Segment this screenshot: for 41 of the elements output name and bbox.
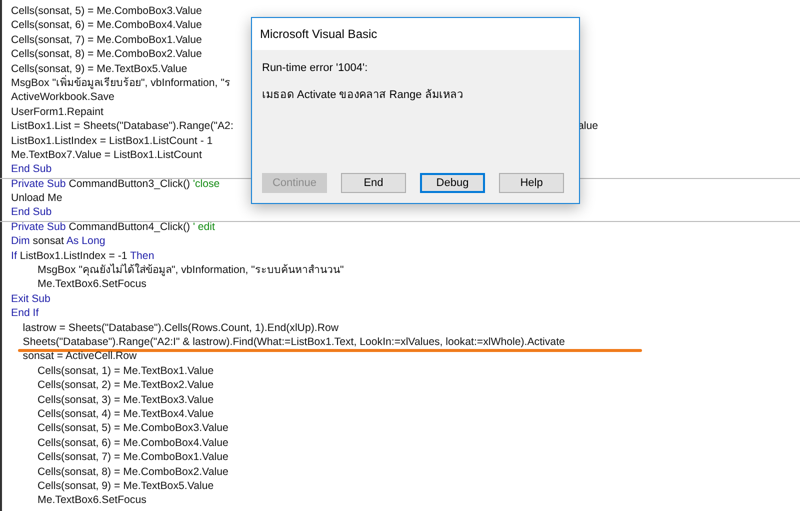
dialog-button[interactable]: Help — [499, 173, 564, 193]
code-line: Cells(sonsat, 6) = Me.ComboBox4.Value — [11, 19, 202, 32]
code-line: Me.TextBox6.SetFocus — [36, 494, 146, 508]
code-line: Cells(sonsat, 6) = Me.ComboBox4.Value — [36, 436, 228, 450]
code-line: Unload Me — [11, 192, 62, 206]
code-line: End If — [11, 307, 39, 320]
code-line: Cells(sonsat, 1) = Me.TextBox1.Value — [36, 364, 214, 378]
code-line: End Sub — [11, 163, 52, 176]
code-line: Me.TextBox6.SetFocus — [36, 278, 146, 292]
code-line: ActiveWorkbook.Save — [11, 91, 114, 104]
code-line: Me.TextBox7.Value = ListBox1.ListCount — [11, 148, 202, 162]
code-line: Cells(sonsat, 2) = Me.TextBox2.Value — [36, 379, 214, 392]
dialog-button[interactable]: Debug — [420, 173, 485, 193]
code-line: Cells(sonsat, 7) = Me.ComboBox1.Value — [36, 451, 228, 464]
code-line: Sheets("Database").Range("A2:I" & lastrow).Find(What:=ListBox1.Text, LookIn:=xlValues, lookat:=xlWhole).Activate — [22, 336, 565, 349]
code-line: If ListBox1.ListIndex = -1 Then — [11, 250, 154, 263]
code-line: Cells(sonsat, 9) = Me.TextBox5.Value — [36, 480, 214, 493]
code-line: Cells(sonsat, 5) = Me.ComboBox3.Value — [11, 5, 202, 18]
code-line: Cells(sonsat, 5) = Me.ComboBox3.Value — [36, 422, 228, 436]
code-line: Cells(sonsat, 9) = Me.TextBox5.Value — [11, 62, 188, 75]
code-line: Cells(sonsat, 7) = Me.ComboBox1.Value — [11, 34, 202, 47]
code-line: MsgBox "คุณยังไม่ได้ใส่ข้อมูล", vbInformation, "ระบบค้นหาสำนวน" — [36, 264, 344, 278]
code-line: Private Sub CommandButton3_Click() 'close — [11, 178, 220, 191]
dialog-title: Microsoft Visual Basic — [260, 26, 378, 43]
code-line: UserForm1.Repaint — [11, 106, 104, 119]
code-line: ListBox1.ListIndex = ListBox1.ListCount - 1 — [11, 134, 213, 148]
code-line: End Sub — [11, 206, 52, 220]
code-line: Dim sonsat As Long — [11, 235, 106, 248]
error-message: เมธอด Activate ของคลาส Range ล้มเหลว — [262, 88, 464, 102]
code-line: Cells(sonsat, 3) = Me.TextBox3.Value — [36, 394, 214, 407]
code-line: Exit Sub — [11, 292, 50, 306]
code-line: ListBox1.List = Sheets("Database").Range("A2: — [11, 120, 234, 134]
code-line: MsgBox "เพิ่มข้อมูลเรียบร้อย", vbInformation, "ร — [11, 76, 230, 90]
dialog-button[interactable]: End — [341, 173, 406, 193]
error-code: Run-time error '1004': — [262, 61, 369, 76]
code-line: Private Sub CommandButton4_Click() ' edit — [11, 220, 215, 234]
code-line: sonsat = ActiveCell.Row — [22, 350, 137, 364]
code-line: Cells(sonsat, 8) = Me.ComboBox2.Value — [36, 466, 228, 478]
code-line: Cells(sonsat, 8) = Me.ComboBox2.Value — [11, 48, 202, 62]
code-line: lastrow = Sheets("Database").Cells(Rows.Count, 1).End(xlUp).Row — [22, 322, 339, 335]
code-line: Cells(sonsat, 4) = Me.TextBox4.Value — [36, 408, 214, 421]
